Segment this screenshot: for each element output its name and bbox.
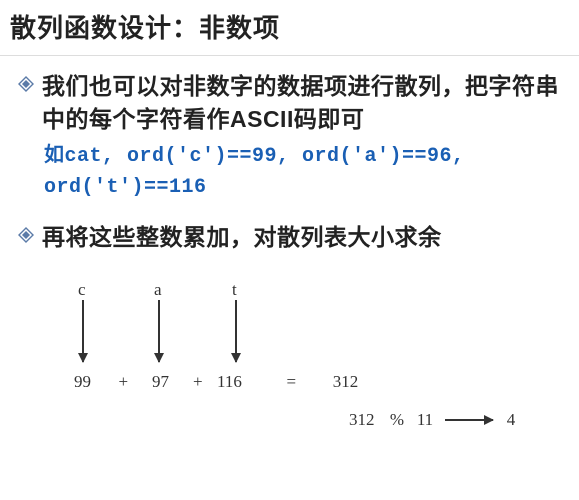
ascii-diagram: c a t 99 + 97 + 116 = 312 312 % 11 4 (74, 280, 567, 430)
mod-11: 11 (411, 410, 439, 430)
mod-op: % (383, 410, 411, 430)
plus-2: + (183, 372, 213, 392)
char-a: a (154, 280, 162, 300)
diamond-bullet-icon (18, 227, 34, 243)
content-area: 我们也可以对非数字的数据项进行散列，把字符串中的每个字符看作ASCII码即可 如… (0, 64, 579, 430)
equals: = (261, 372, 321, 392)
mod-equation: 312 % 11 4 (349, 410, 521, 430)
num-116: 116 (217, 372, 257, 392)
arrow-down-icon (235, 300, 237, 362)
arrow-down-icon (158, 300, 160, 362)
diamond-bullet-icon (18, 76, 34, 92)
arrow-down-icon (82, 300, 84, 362)
arrow-right-icon (445, 419, 493, 421)
slide-title: 散列函数设计：非数项 (0, 0, 579, 55)
num-99: 99 (74, 372, 104, 392)
sum-312: 312 (326, 372, 366, 392)
code-line-2: ord('t')==116 (44, 172, 567, 203)
bullet-2: 再将这些整数累加，对散列表大小求余 (18, 221, 567, 254)
bullet-1-text: 我们也可以对非数字的数据项进行散列，把字符串中的每个字符看作ASCII码即可 (42, 70, 567, 137)
sum-equation: 99 + 97 + 116 = 312 (74, 372, 366, 392)
divider (0, 55, 579, 56)
plus-1: + (108, 372, 138, 392)
num-97: 97 (143, 372, 179, 392)
bullet-1: 我们也可以对非数字的数据项进行散列，把字符串中的每个字符看作ASCII码即可 (18, 70, 567, 137)
mod-312: 312 (349, 410, 383, 430)
char-t: t (232, 280, 237, 300)
code-line-1: 如cat, ord('c')==99, ord('a')==96, (44, 141, 567, 172)
char-c: c (78, 280, 86, 300)
result-4: 4 (501, 410, 521, 430)
bullet-2-text: 再将这些整数累加，对散列表大小求余 (42, 221, 442, 254)
